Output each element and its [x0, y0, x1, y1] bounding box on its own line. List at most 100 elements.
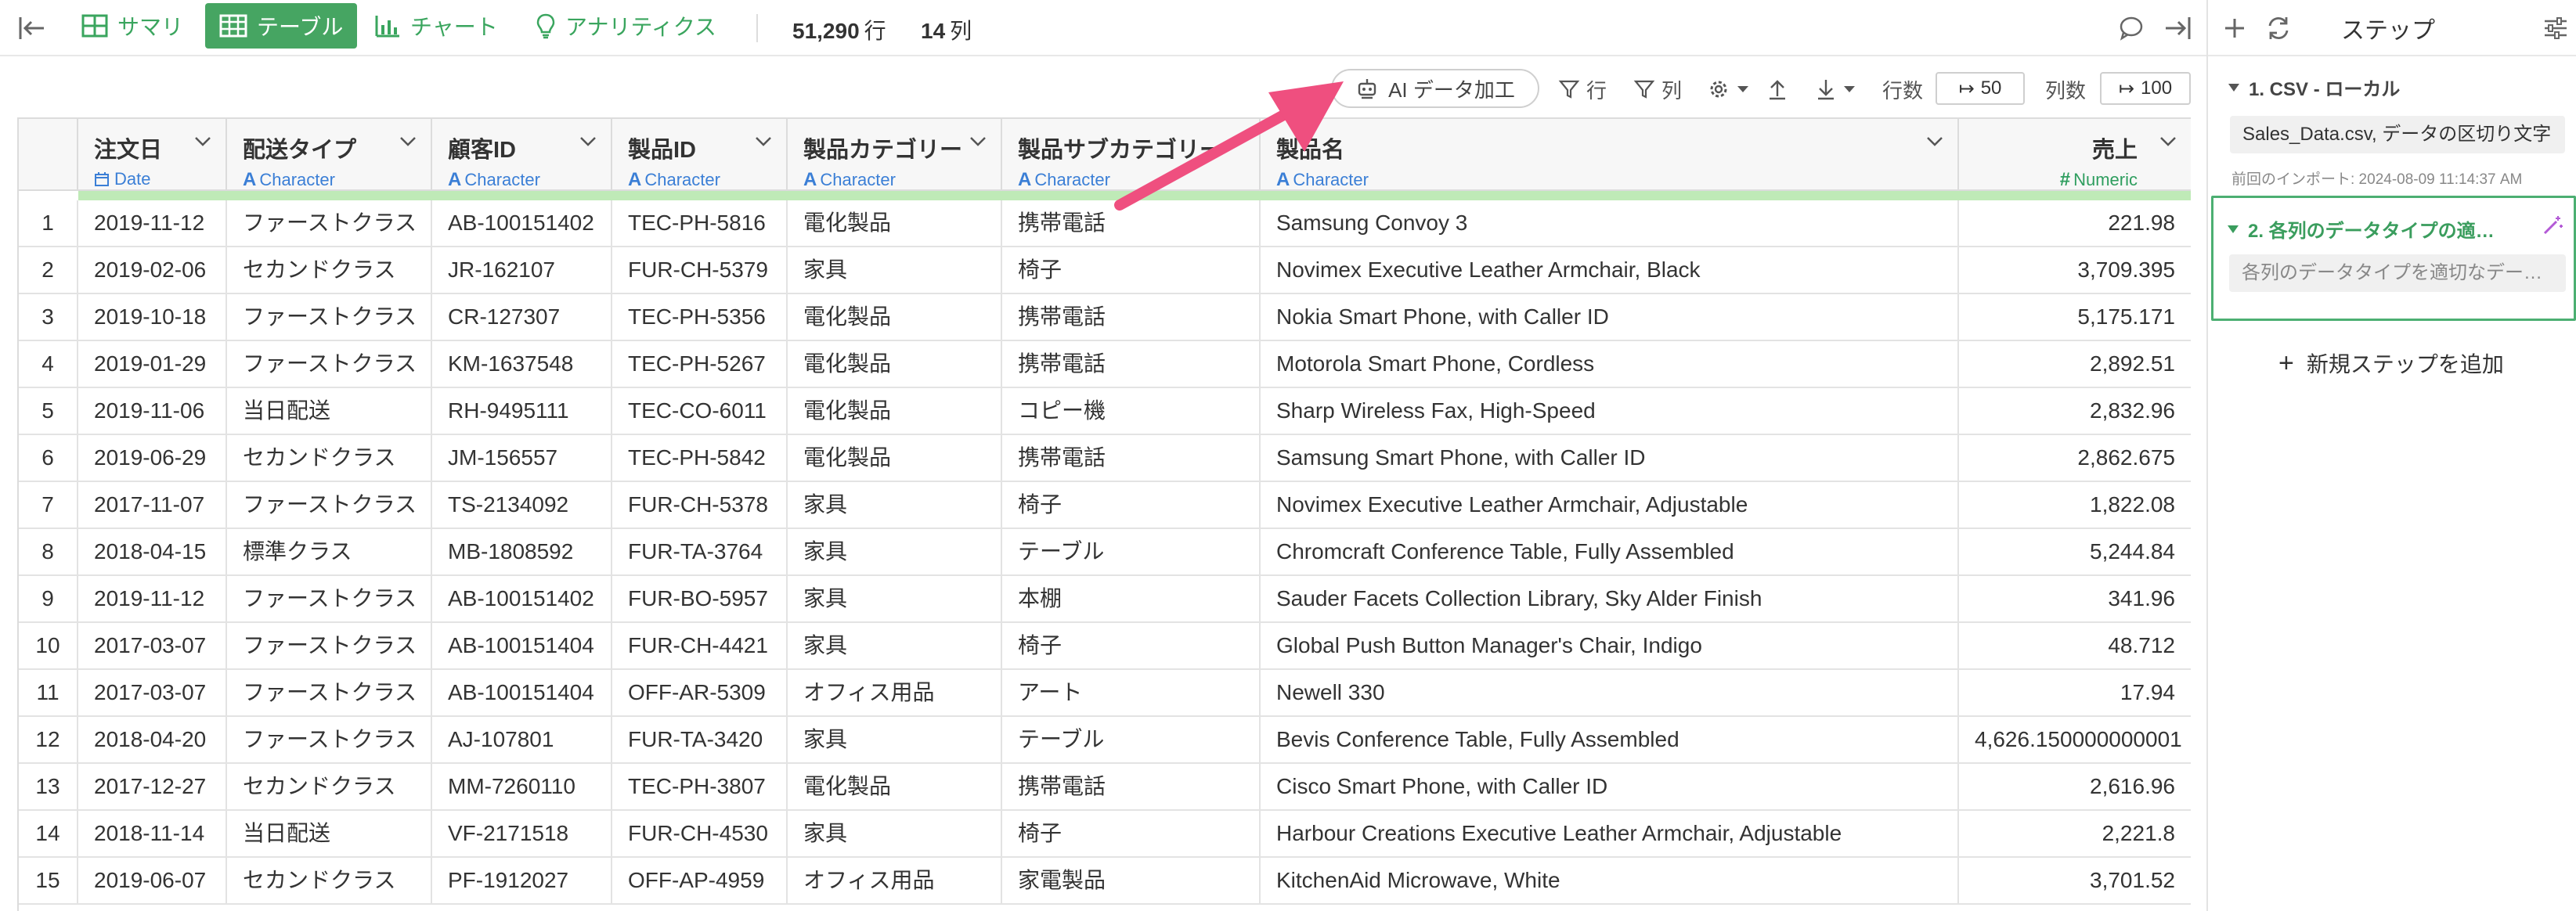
table-cell[interactable]: 当日配送	[227, 811, 432, 856]
chevron-down-icon[interactable]	[2159, 136, 2177, 147]
table-cell[interactable]: AB-100151402	[432, 200, 612, 246]
table-cell[interactable]: PF-1912027	[432, 858, 612, 903]
column-header[interactable]: 製品ID A Character	[612, 119, 788, 190]
chevron-down-icon[interactable]	[579, 136, 597, 147]
row-index[interactable]: 14	[19, 811, 78, 856]
table-cell[interactable]: KM-1637548	[432, 341, 612, 387]
table-cell[interactable]: 電化製品	[788, 388, 1002, 434]
table-cell[interactable]: 48.712	[1959, 623, 2191, 668]
table-cell[interactable]: TEC-PH-5267	[612, 341, 788, 387]
table-cell[interactable]: ファーストクラス	[227, 717, 432, 762]
table-row[interactable]: 15 2019-06-07 セカンドクラス PF-1912027 OFF-AP-4959…	[19, 858, 2191, 905]
column-header[interactable]: 顧客ID A Character	[432, 119, 612, 190]
table-cell[interactable]: 電化製品	[788, 435, 1002, 481]
row-index[interactable]: 2	[19, 247, 78, 293]
table-row[interactable]: 14 2018-11-14 当日配送 VF-2171518 FUR-CH-4530 家具椅…	[19, 811, 2191, 858]
table-row[interactable]: 6 2019-06-29 セカンドクラス JM-156557 TEC-PH-5842 電化…	[19, 435, 2191, 482]
table-cell[interactable]: FUR-CH-5379	[612, 247, 788, 293]
table-cell[interactable]: 1,822.08	[1959, 482, 2191, 528]
table-cell[interactable]: KitchenAid Microwave, White	[1261, 858, 1959, 903]
settings-dropdown[interactable]	[1707, 72, 1755, 106]
row-index[interactable]: 12	[19, 717, 78, 762]
table-cell[interactable]: FUR-BO-5957	[612, 576, 788, 621]
table-cell[interactable]: CR-127307	[432, 294, 612, 340]
table-cell[interactable]: ファーストクラス	[227, 623, 432, 668]
table-cell[interactable]: ファーストクラス	[227, 670, 432, 715]
table-cell[interactable]: 椅子	[1002, 623, 1261, 668]
rows-limit-input[interactable]: ↦ 50	[1936, 72, 2025, 105]
table-cell[interactable]: 椅子	[1002, 811, 1261, 856]
table-cell[interactable]: Cisco Smart Phone, with Caller ID	[1261, 764, 1959, 809]
row-index[interactable]: 4	[19, 341, 78, 387]
table-cell[interactable]: 5,244.84	[1959, 529, 2191, 574]
table-cell[interactable]: アート	[1002, 670, 1261, 715]
table-cell[interactable]: Harbour Creations Executive Leather Armc…	[1261, 811, 1959, 856]
table-cell[interactable]: 2,892.51	[1959, 341, 2191, 387]
table-cell[interactable]: テーブル	[1002, 529, 1261, 574]
table-cell[interactable]: 携帯電話	[1002, 341, 1261, 387]
step-1-title[interactable]: 1. CSV - ローカル	[2228, 74, 2400, 101]
table-cell[interactable]: 2,862.675	[1959, 435, 2191, 481]
chevron-down-icon[interactable]	[1926, 136, 1943, 147]
table-cell[interactable]: 341.96	[1959, 576, 2191, 621]
cols-limit-input[interactable]: ↦ 100	[2100, 72, 2191, 105]
row-index[interactable]: 5	[19, 388, 78, 434]
table-row[interactable]: 5 2019-11-06 当日配送 RH-9495111 TEC-CO-6011 電化製品…	[19, 388, 2191, 435]
filter-columns-button[interactable]: 列	[1633, 72, 1682, 106]
table-cell[interactable]: 17.94	[1959, 670, 2191, 715]
table-cell[interactable]: Samsung Convoy 3	[1261, 200, 1959, 246]
table-cell[interactable]: TEC-PH-3807	[612, 764, 788, 809]
download-dropdown[interactable]	[1815, 72, 1862, 106]
table-cell[interactable]: 2018-11-14	[78, 811, 227, 856]
table-cell[interactable]: TEC-CO-6011	[612, 388, 788, 434]
table-cell[interactable]: 携帯電話	[1002, 294, 1261, 340]
table-cell[interactable]: 2019-06-29	[78, 435, 227, 481]
table-row[interactable]: 4 2019-01-29 ファーストクラス KM-1637548 TEC-PH-5267…	[19, 341, 2191, 388]
table-cell[interactable]: FUR-CH-4530	[612, 811, 788, 856]
table-cell[interactable]: FUR-TA-3420	[612, 717, 788, 762]
chevron-down-icon[interactable]	[194, 136, 211, 147]
column-header[interactable]: 注文日 Date	[78, 119, 227, 189]
table-cell[interactable]: Chromcraft Conference Table, Fully Assem…	[1261, 529, 1959, 574]
table-cell[interactable]: Motorola Smart Phone, Cordless	[1261, 341, 1959, 387]
table-cell[interactable]: ファーストクラス	[227, 294, 432, 340]
table-cell[interactable]: 家具	[788, 811, 1002, 856]
sliders-icon[interactable]	[2540, 13, 2571, 44]
table-cell[interactable]: 標準クラス	[227, 529, 432, 574]
table-cell[interactable]: AJ-107801	[432, 717, 612, 762]
table-cell[interactable]: MM-7260110	[432, 764, 612, 809]
table-cell[interactable]: 携帯電話	[1002, 764, 1261, 809]
table-cell[interactable]: 2018-04-15	[78, 529, 227, 574]
table-cell[interactable]: 電化製品	[788, 341, 1002, 387]
table-cell[interactable]: 4,626.150000000001	[1959, 717, 2191, 762]
tab-chart[interactable]: チャート	[360, 3, 512, 49]
column-header[interactable]: 製品カテゴリー A Character	[788, 119, 1002, 190]
table-cell[interactable]: 家具	[788, 247, 1002, 293]
table-cell[interactable]: 家具	[788, 717, 1002, 762]
table-cell[interactable]: TEC-PH-5842	[612, 435, 788, 481]
collapse-right-icon[interactable]	[2163, 13, 2194, 44]
table-cell[interactable]: 家具	[788, 576, 1002, 621]
upload-button[interactable]	[1766, 72, 1795, 106]
table-cell[interactable]: FUR-CH-5378	[612, 482, 788, 528]
table-cell[interactable]: オフィス用品	[788, 670, 1002, 715]
chevron-down-icon[interactable]	[969, 136, 987, 147]
table-cell[interactable]: ファーストクラス	[227, 576, 432, 621]
table-cell[interactable]: OFF-AP-4959	[612, 858, 788, 903]
table-cell[interactable]: 電化製品	[788, 200, 1002, 246]
table-cell[interactable]: 2019-01-29	[78, 341, 227, 387]
table-row[interactable]: 8 2018-04-15 標準クラス MB-1808592 FUR-TA-3764 家具テ…	[19, 529, 2191, 576]
table-cell[interactable]: 携帯電話	[1002, 200, 1261, 246]
table-row[interactable]: 12 2018-04-20 ファーストクラス AJ-107801 FUR-TA-3420…	[19, 717, 2191, 764]
table-cell[interactable]: Novimex Executive Leather Armchair, Blac…	[1261, 247, 1959, 293]
table-cell[interactable]: Sauder Facets Collection Library, Sky Al…	[1261, 576, 1959, 621]
table-cell[interactable]: 椅子	[1002, 247, 1261, 293]
table-cell[interactable]: 2019-06-07	[78, 858, 227, 903]
row-index[interactable]: 15	[19, 858, 78, 903]
table-row[interactable]: 7 2017-11-07 ファーストクラス TS-2134092 FUR-CH-5378…	[19, 482, 2191, 529]
table-cell[interactable]: 2019-11-12	[78, 576, 227, 621]
table-cell[interactable]: セカンドクラス	[227, 764, 432, 809]
row-index[interactable]: 10	[19, 623, 78, 668]
table-cell[interactable]: ファーストクラス	[227, 341, 432, 387]
table-cell[interactable]: セカンドクラス	[227, 858, 432, 903]
